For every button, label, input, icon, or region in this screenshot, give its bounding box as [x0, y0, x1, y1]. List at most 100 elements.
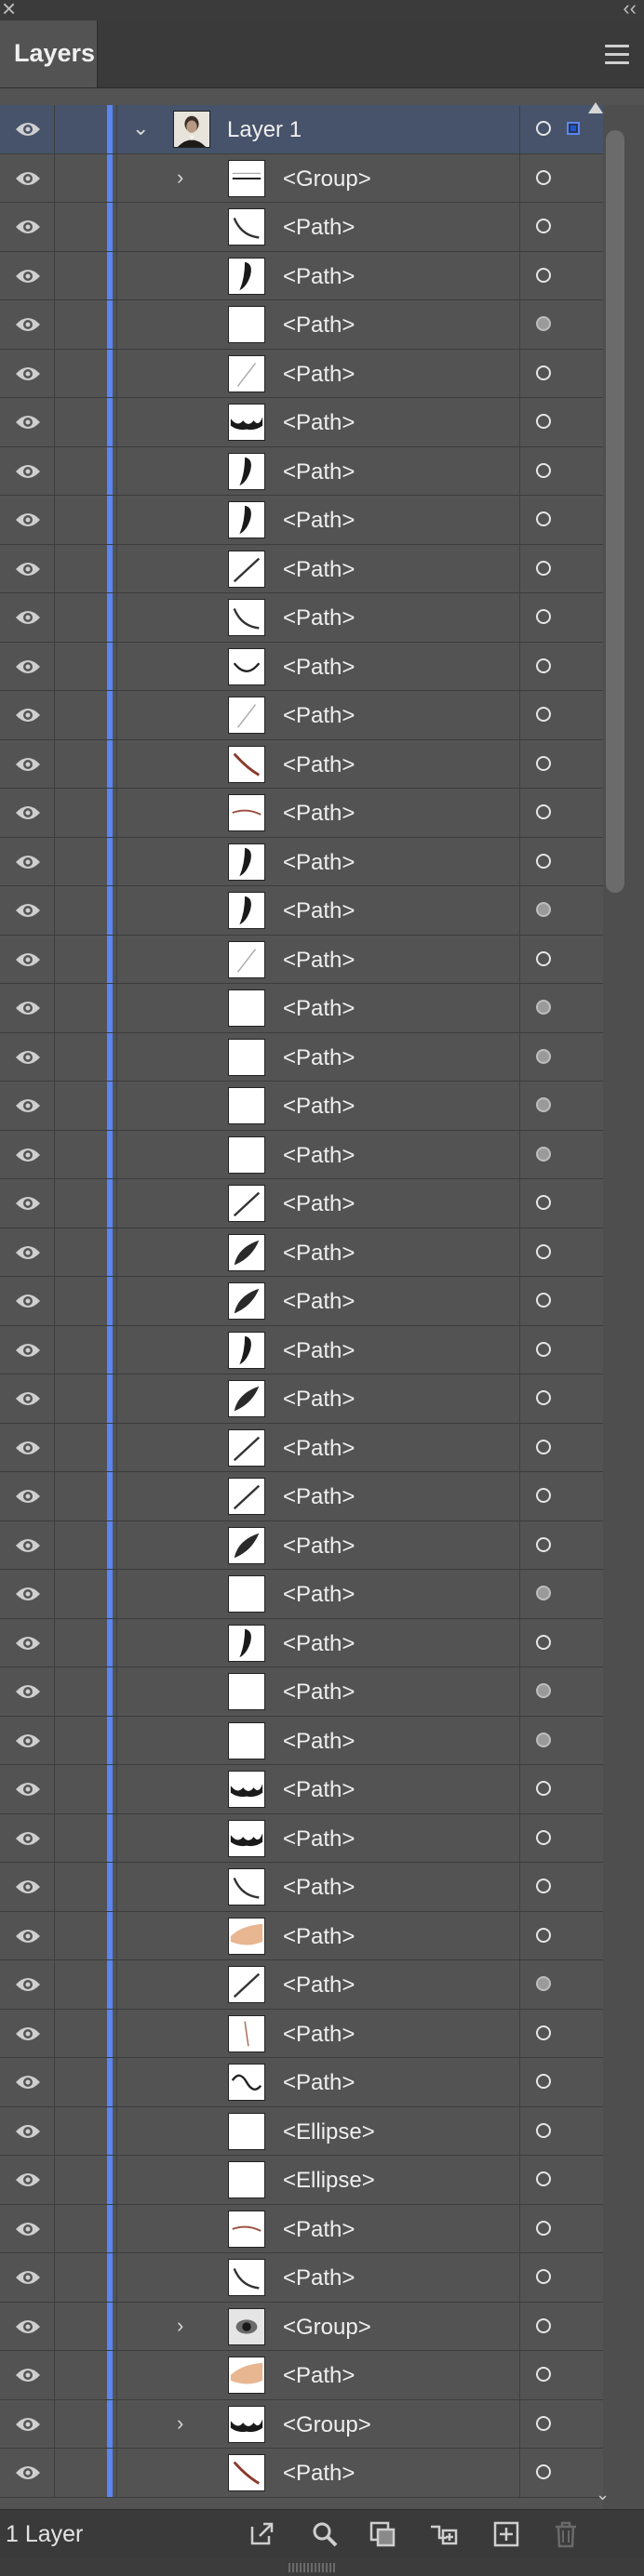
- chevron-right-icon[interactable]: ›: [177, 166, 183, 190]
- item-name[interactable]: <Path>: [283, 898, 355, 924]
- visibility-eye-icon[interactable]: [15, 1292, 41, 1310]
- visibility-eye-icon[interactable]: [15, 2268, 41, 2287]
- target-circle-icon[interactable]: [536, 1536, 551, 1552]
- item-name[interactable]: <Path>: [283, 1875, 355, 1901]
- item-name[interactable]: <Path>: [283, 1241, 355, 1267]
- target-circle-icon[interactable]: [536, 657, 551, 673]
- scrollbar-thumb[interactable]: [606, 130, 624, 893]
- visibility-eye-icon[interactable]: [15, 1682, 41, 1701]
- target-circle-icon[interactable]: [536, 1829, 551, 1845]
- visibility-eye-icon[interactable]: [15, 1439, 41, 1457]
- visibility-eye-icon[interactable]: [15, 853, 41, 871]
- visibility-eye-icon[interactable]: [15, 1927, 41, 1945]
- target-circle-icon[interactable]: [536, 707, 551, 722]
- layer-item-row[interactable]: <Path>: [0, 642, 603, 691]
- visibility-eye-icon[interactable]: [15, 608, 41, 627]
- target-circle-icon[interactable]: [536, 2415, 551, 2431]
- target-circle-icon[interactable]: [536, 2122, 551, 2138]
- item-name[interactable]: <Ellipse>: [283, 2168, 375, 2194]
- layer-row[interactable]: ⌄ Layer 1: [0, 105, 603, 154]
- item-name[interactable]: <Ellipse>: [283, 2119, 375, 2145]
- export-icon[interactable]: [247, 2519, 276, 2549]
- target-circle-icon[interactable]: [536, 2464, 551, 2479]
- item-name[interactable]: <Path>: [283, 264, 355, 290]
- item-name[interactable]: <Path>: [283, 2217, 355, 2243]
- target-circle-icon[interactable]: [536, 414, 551, 429]
- layer-name[interactable]: Layer 1: [227, 117, 302, 143]
- layer-item-row[interactable]: <Path>: [0, 1374, 603, 1424]
- target-circle-icon[interactable]: [536, 902, 551, 917]
- target-circle-icon[interactable]: [536, 560, 551, 576]
- scroll-down-arrow-icon[interactable]: ⌄: [596, 2485, 610, 2504]
- target-circle-icon[interactable]: [536, 2220, 551, 2236]
- visibility-eye-icon[interactable]: [15, 1878, 41, 1896]
- target-circle-icon[interactable]: [536, 1390, 551, 1405]
- layer-item-row[interactable]: <Path>: [0, 1472, 603, 1521]
- target-circle-icon[interactable]: [536, 2269, 551, 2284]
- item-name[interactable]: <Path>: [283, 752, 355, 778]
- layer-item-row[interactable]: <Path>: [0, 1667, 603, 1717]
- target-circle-icon[interactable]: [536, 1146, 551, 1162]
- layer-item-row[interactable]: <Path>: [0, 496, 603, 545]
- item-name[interactable]: <Path>: [283, 557, 355, 583]
- resize-grip-icon[interactable]: [288, 2563, 337, 2572]
- item-name[interactable]: <Path>: [283, 2461, 355, 2487]
- target-circle-icon[interactable]: [536, 365, 551, 380]
- item-name[interactable]: <Path>: [283, 1289, 355, 1315]
- layer-item-row[interactable]: <Ellipse>: [0, 2106, 603, 2156]
- selection-indicator-icon[interactable]: [567, 122, 580, 135]
- visibility-eye-icon[interactable]: [15, 2415, 41, 2434]
- layer-item-row[interactable]: <Path>: [0, 1423, 603, 1472]
- target-circle-icon[interactable]: [536, 1781, 551, 1796]
- item-name[interactable]: <Path>: [283, 215, 355, 241]
- item-name[interactable]: <Path>: [283, 1534, 355, 1560]
- visibility-eye-icon[interactable]: [15, 1389, 41, 1408]
- item-name[interactable]: <Path>: [283, 1777, 355, 1803]
- item-name[interactable]: <Path>: [283, 850, 355, 876]
- layer-item-row[interactable]: <Path>: [0, 2058, 603, 2107]
- visibility-eye-icon[interactable]: [15, 1536, 41, 1555]
- visibility-eye-icon[interactable]: [15, 218, 41, 236]
- target-circle-icon[interactable]: [536, 2025, 551, 2040]
- layer-item-row[interactable]: <Path>: [0, 2204, 603, 2253]
- target-circle-icon[interactable]: [536, 1243, 551, 1259]
- layer-item-row[interactable]: <Path>: [0, 1765, 603, 1814]
- visibility-eye-icon[interactable]: [15, 413, 41, 432]
- visibility-eye-icon[interactable]: [15, 1243, 41, 1262]
- target-circle-icon[interactable]: [536, 804, 551, 819]
- visibility-eye-icon[interactable]: [15, 706, 41, 724]
- layer-item-row[interactable]: › <Group>: [0, 2399, 603, 2449]
- target-circle-icon[interactable]: [536, 1879, 551, 1893]
- target-circle-icon[interactable]: [536, 1341, 551, 1357]
- layer-item-row[interactable]: <Path>: [0, 789, 603, 838]
- target-circle-icon[interactable]: [536, 169, 551, 185]
- item-name[interactable]: <Path>: [283, 459, 355, 485]
- item-name[interactable]: <Path>: [283, 1387, 355, 1413]
- layer-item-row[interactable]: <Path>: [0, 739, 603, 789]
- target-circle-icon[interactable]: [536, 2317, 551, 2333]
- item-name[interactable]: <Group>: [283, 2315, 371, 2341]
- layer-item-row[interactable]: <Path>: [0, 446, 603, 496]
- item-name[interactable]: <Group>: [283, 2412, 371, 2438]
- visibility-eye-icon[interactable]: [15, 1194, 41, 1213]
- visibility-eye-icon[interactable]: [15, 560, 41, 578]
- layer-item-row[interactable]: › <Group>: [0, 2302, 603, 2351]
- visibility-eye-icon[interactable]: [15, 1585, 41, 1603]
- layer-item-row[interactable]: <Path>: [0, 1032, 603, 1082]
- visibility-eye-icon[interactable]: [15, 2073, 41, 2091]
- visibility-eye-icon[interactable]: [15, 901, 41, 920]
- visibility-eye-icon[interactable]: [15, 2220, 41, 2238]
- item-name[interactable]: <Path>: [283, 703, 355, 729]
- visibility-eye-icon[interactable]: [15, 2463, 41, 2482]
- target-circle-icon[interactable]: [536, 2171, 551, 2186]
- item-name[interactable]: <Path>: [283, 1582, 355, 1608]
- layer-item-row[interactable]: <Path>: [0, 398, 603, 447]
- item-name[interactable]: <Group>: [283, 166, 371, 193]
- visibility-eye-icon[interactable]: [15, 365, 41, 383]
- target-circle-icon[interactable]: [536, 609, 551, 624]
- chevron-right-icon[interactable]: ›: [177, 2411, 183, 2436]
- visibility-eye-icon[interactable]: [15, 2317, 41, 2336]
- target-circle-icon[interactable]: [536, 219, 551, 233]
- visibility-eye-icon[interactable]: [15, 511, 41, 529]
- item-name[interactable]: <Path>: [283, 1972, 355, 1998]
